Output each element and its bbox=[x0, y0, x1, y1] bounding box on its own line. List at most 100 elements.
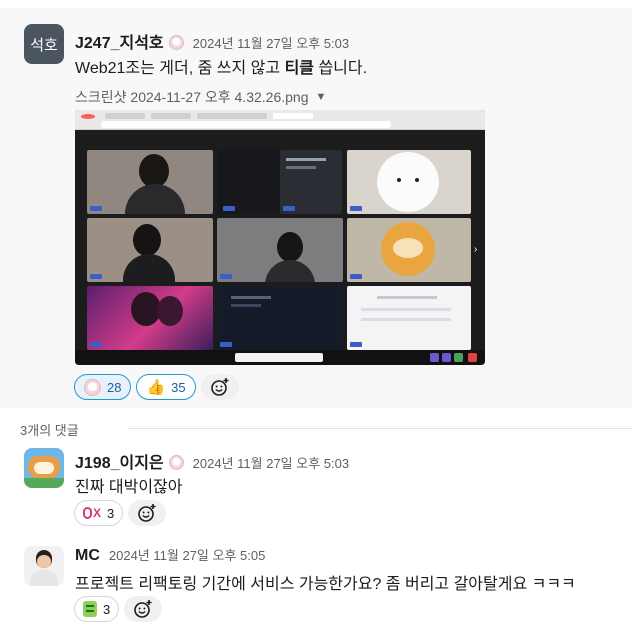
avatar-illustration bbox=[34, 462, 54, 474]
attachment-header[interactable]: 스크린샷 2024-11-27 오후 4.32.26.png ▼ bbox=[75, 87, 326, 107]
call-controls-bar bbox=[75, 350, 485, 365]
add-emoji-icon bbox=[134, 600, 152, 618]
reaction-count: 28 bbox=[107, 379, 122, 395]
name-tag bbox=[350, 342, 362, 347]
add-reaction-button[interactable] bbox=[200, 374, 239, 400]
reply-author-name[interactable]: J198_이지은 bbox=[75, 449, 164, 473]
reaction-button[interactable]: X 3 bbox=[74, 500, 124, 526]
browser-chrome-image bbox=[75, 110, 485, 130]
video-tile bbox=[217, 286, 343, 350]
avatar-illustration bbox=[24, 478, 64, 488]
person-body-image bbox=[125, 184, 185, 214]
reply-reaction-bar: X 3 bbox=[74, 500, 167, 526]
avatar-illustration bbox=[37, 555, 51, 568]
browser-tab-image bbox=[273, 113, 313, 119]
name-tag bbox=[90, 342, 102, 347]
add-reaction-button[interactable] bbox=[128, 500, 167, 526]
browser-tab-image bbox=[197, 113, 267, 119]
video-tile bbox=[347, 218, 471, 282]
person-head-image bbox=[133, 224, 161, 256]
browser-tab-image bbox=[151, 113, 191, 119]
reply-avatar[interactable] bbox=[24, 448, 64, 488]
plush-toy-image bbox=[377, 152, 439, 212]
green-emoji-icon bbox=[83, 601, 97, 617]
person-head-image bbox=[139, 154, 169, 188]
attachment-image[interactable]: › bbox=[75, 110, 485, 365]
reaction-bar: 28 👍 35 bbox=[74, 374, 239, 400]
call-notice-image bbox=[235, 353, 323, 362]
address-bar-image bbox=[101, 121, 391, 128]
eye-image bbox=[415, 178, 419, 182]
chevron-right-icon[interactable]: › bbox=[474, 244, 477, 255]
message-text-bold: 티클 bbox=[284, 60, 315, 77]
video-tile bbox=[347, 286, 471, 350]
plush-face-image bbox=[393, 238, 423, 258]
message-text-part: Web21조는 게더, 줌 쓰지 않고 bbox=[75, 60, 285, 77]
chevron-down-icon[interactable]: ▼ bbox=[315, 91, 326, 103]
eye-image bbox=[397, 178, 401, 182]
reply-header: J198_이지은 2024년 11월 27일 오후 5:03 bbox=[75, 449, 349, 473]
reply-reaction-bar: 3 bbox=[74, 596, 163, 622]
replies-count-label[interactable]: 3개의 댓글 bbox=[20, 420, 79, 439]
text-line-image bbox=[231, 304, 261, 307]
video-tile bbox=[87, 150, 213, 214]
control-icon bbox=[442, 353, 451, 362]
name-tag bbox=[350, 274, 362, 279]
reply-timestamp[interactable]: 2024년 11월 27일 오후 5:03 bbox=[193, 453, 349, 472]
reply-author-name[interactable]: MC bbox=[75, 547, 100, 565]
message-header: J247_지석호 2024년 11월 27일 오후 5:03 bbox=[75, 29, 349, 53]
author-name[interactable]: J247_지석호 bbox=[75, 29, 164, 53]
name-tag bbox=[283, 206, 295, 211]
reaction-count: 3 bbox=[103, 601, 111, 617]
name-tag bbox=[220, 342, 232, 347]
text-line-image bbox=[286, 158, 326, 161]
text-line-image bbox=[361, 318, 451, 321]
window-dot-icon bbox=[81, 114, 95, 119]
browser-tab-image bbox=[105, 113, 145, 119]
person-body-image bbox=[123, 254, 175, 282]
reaction-button[interactable]: 3 bbox=[74, 596, 120, 622]
reply-header: MC 2024년 11월 27일 오후 5:05 bbox=[75, 545, 265, 565]
video-tile bbox=[280, 150, 342, 214]
status-emoji-icon bbox=[168, 455, 184, 470]
reply-avatar[interactable] bbox=[24, 546, 64, 586]
add-reaction-button[interactable] bbox=[124, 596, 163, 622]
add-emoji-icon bbox=[210, 378, 229, 396]
ox-emoji-icon: X bbox=[83, 507, 101, 519]
attachment-name[interactable]: 스크린샷 2024-11-27 오후 4.32.26.png bbox=[75, 87, 308, 107]
text-line-image bbox=[286, 166, 316, 169]
message-timestamp[interactable]: 2024년 11월 27일 오후 5:03 bbox=[193, 33, 349, 52]
video-tile bbox=[87, 286, 213, 350]
control-icon bbox=[430, 353, 439, 362]
author-avatar[interactable]: 석호 bbox=[24, 24, 64, 64]
person-head-image bbox=[277, 232, 303, 262]
video-tile bbox=[87, 218, 213, 282]
status-emoji-icon bbox=[168, 35, 184, 50]
video-tile bbox=[217, 218, 343, 282]
name-tag bbox=[90, 274, 102, 279]
name-tag bbox=[350, 206, 362, 211]
message-text-part: 씁니다. bbox=[314, 60, 368, 77]
person-head-image bbox=[157, 296, 183, 326]
name-tag bbox=[220, 274, 232, 279]
avatar-illustration bbox=[30, 570, 58, 586]
add-emoji-icon bbox=[138, 504, 156, 522]
control-icon bbox=[454, 353, 463, 362]
parent-message: 석호 J247_지석호 2024년 11월 27일 오후 5:03 Web21조… bbox=[0, 8, 632, 408]
text-line-image bbox=[377, 296, 437, 299]
video-tile bbox=[347, 150, 471, 214]
reaction-count: 3 bbox=[107, 505, 115, 521]
reply-text: 진짜 대박이잖아 bbox=[75, 479, 183, 496]
text-line-image bbox=[231, 296, 271, 299]
custom-face-emoji-icon bbox=[84, 378, 101, 396]
reaction-button[interactable]: 28 bbox=[74, 374, 132, 400]
reaction-button[interactable]: 👍 35 bbox=[136, 374, 196, 400]
divider bbox=[128, 428, 632, 429]
message-text: Web21조는 게더, 줌 쓰지 않고 티클 씁니다. bbox=[75, 54, 367, 78]
person-body-image bbox=[265, 260, 315, 282]
thumbs-up-icon: 👍 bbox=[146, 379, 166, 396]
name-tag bbox=[90, 206, 102, 211]
reply-timestamp[interactable]: 2024년 11월 27일 오후 5:05 bbox=[109, 545, 265, 564]
reply-text: 프로젝트 리팩토링 기간에 서비스 가능한가요? 좀 버리고 갈아탈게요 ㅋㅋㅋ bbox=[75, 576, 576, 593]
control-icon bbox=[468, 353, 477, 362]
